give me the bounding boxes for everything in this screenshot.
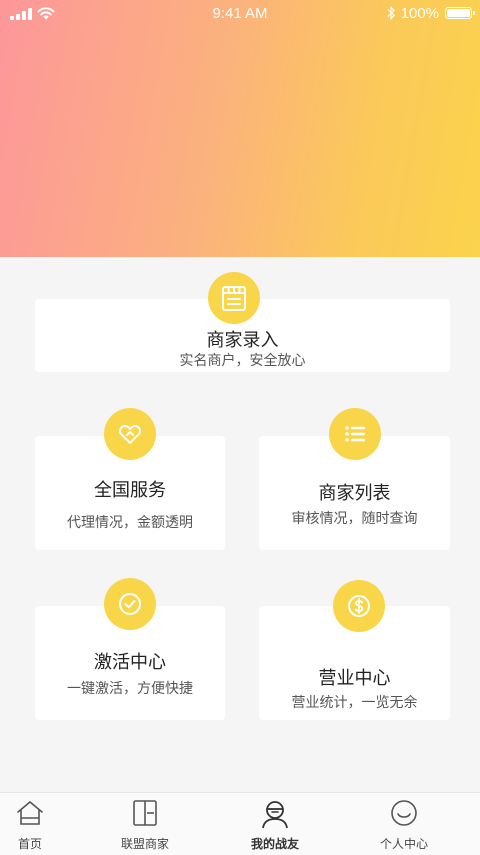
hero-banner: [0, 0, 480, 257]
battery-percent: 100%: [400, 4, 439, 22]
bluetooth-icon: [387, 6, 395, 20]
heart-icon: [104, 408, 156, 460]
national-service-title: 全国服务: [94, 480, 166, 501]
merchant-list-title: 商家列表: [318, 483, 391, 504]
screen: 9:41 AM 100% 商家录入 实名商户，安全放心 全国服务 代理情况，金额…: [0, 0, 480, 855]
dollar-coin-icon: [333, 580, 385, 632]
merchant-entry-title: 商家录入: [206, 330, 279, 351]
status-right: 100%: [387, 4, 475, 22]
battery-icon: [445, 7, 475, 19]
tab-bar: 首页 联盟商家 我的战友 个人中心: [0, 792, 480, 855]
home-icon: [17, 801, 43, 825]
check-circle-icon: [104, 578, 156, 630]
business-center-subtitle: 营业统计，一览无余: [291, 695, 418, 711]
tab-my-comrades[interactable]: 我的战友: [215, 793, 335, 855]
merchant-list-subtitle: 审核情况，随时查询: [291, 511, 418, 527]
comrade-icon: [262, 801, 288, 829]
smile-icon: [391, 800, 417, 826]
merchant-icon: [133, 800, 157, 826]
tab-my-comrades-label: 我的战友: [250, 837, 299, 851]
tab-personal-center-label: 个人中心: [379, 837, 428, 851]
activation-center-subtitle: 一键激活，方便快捷: [67, 681, 193, 697]
tab-alliance-merchants[interactable]: 联盟商家: [85, 793, 205, 855]
merchant-entry-subtitle: 实名商户，安全放心: [179, 353, 306, 369]
tab-alliance-merchants-label: 联盟商家: [120, 837, 169, 851]
business-center-title: 营业中心: [318, 668, 391, 689]
storefront-icon: [208, 272, 260, 324]
status-bar: 9:41 AM 100%: [0, 0, 480, 28]
national-service-subtitle: 代理情况，金额透明: [67, 515, 193, 531]
tab-home-label: 首页: [17, 837, 42, 851]
tab-personal-center[interactable]: 个人中心: [344, 793, 464, 855]
list-icon: [329, 408, 381, 460]
tab-home[interactable]: 首页: [0, 793, 90, 855]
activation-center-title: 激活中心: [94, 652, 166, 673]
